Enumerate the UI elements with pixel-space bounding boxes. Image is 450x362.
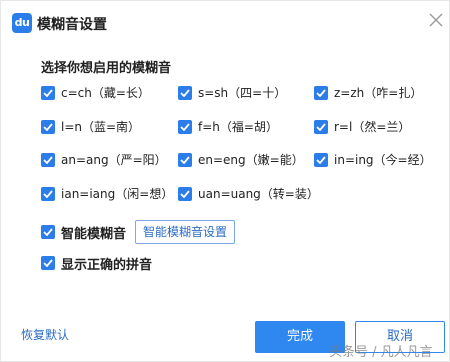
smart-fuzzy-settings-button[interactable]: 智能模糊音设置 <box>135 220 235 244</box>
checkbox-checked[interactable] <box>178 153 192 167</box>
checkbox-checked[interactable] <box>178 86 192 100</box>
checkbox-checked[interactable] <box>41 256 55 270</box>
checkbox-checked[interactable] <box>41 187 55 201</box>
option-label: r=l（然=兰） <box>334 120 411 134</box>
option-label: l=n（蓝=南） <box>61 120 141 134</box>
close-icon[interactable] <box>428 12 446 30</box>
option-label: c=ch（藏=长） <box>61 86 150 100</box>
checkbox-checked[interactable] <box>314 120 328 134</box>
option-label: in=ing（今=经） <box>334 153 432 167</box>
checkbox-checked[interactable] <box>314 153 328 167</box>
option-label: s=sh（四=十） <box>198 86 287 100</box>
option-label: f=h（福=胡） <box>198 120 278 134</box>
dialog-title: 模糊音设置 <box>37 17 107 33</box>
checkbox-checked[interactable] <box>41 86 55 100</box>
baidu-logo: du <box>12 13 32 33</box>
checkbox-checked[interactable] <box>41 120 55 134</box>
checkbox-checked[interactable] <box>178 120 192 134</box>
smart-fuzzy-label: 智能模糊音 <box>61 227 127 242</box>
title-bar: du 模糊音设置 <box>1 1 450 45</box>
option-label: an=ang（严=阳） <box>61 153 167 167</box>
checkbox-checked[interactable] <box>178 187 192 201</box>
show-pinyin-label: 显示正确的拼音 <box>61 258 153 273</box>
checkbox-checked[interactable] <box>41 225 55 239</box>
option-label: z=zh（咋=扎） <box>334 86 423 100</box>
fuzzy-pinyin-dialog: du 模糊音设置 选择你想启用的模糊音 c=ch（藏=长） s=sh（四=十） … <box>0 0 450 362</box>
option-label: uan=uang（转=装） <box>198 187 319 201</box>
section-title: 选择你想启用的模糊音 <box>41 61 172 76</box>
checkbox-checked[interactable] <box>314 86 328 100</box>
watermark: 头条号 / 凡人凡言 <box>329 345 433 360</box>
option-label: ian=iang（闲=想） <box>61 187 174 201</box>
checkbox-checked[interactable] <box>41 153 55 167</box>
restore-defaults-link[interactable]: 恢复默认 <box>21 326 69 343</box>
option-label: en=eng（嫩=能） <box>198 153 304 167</box>
